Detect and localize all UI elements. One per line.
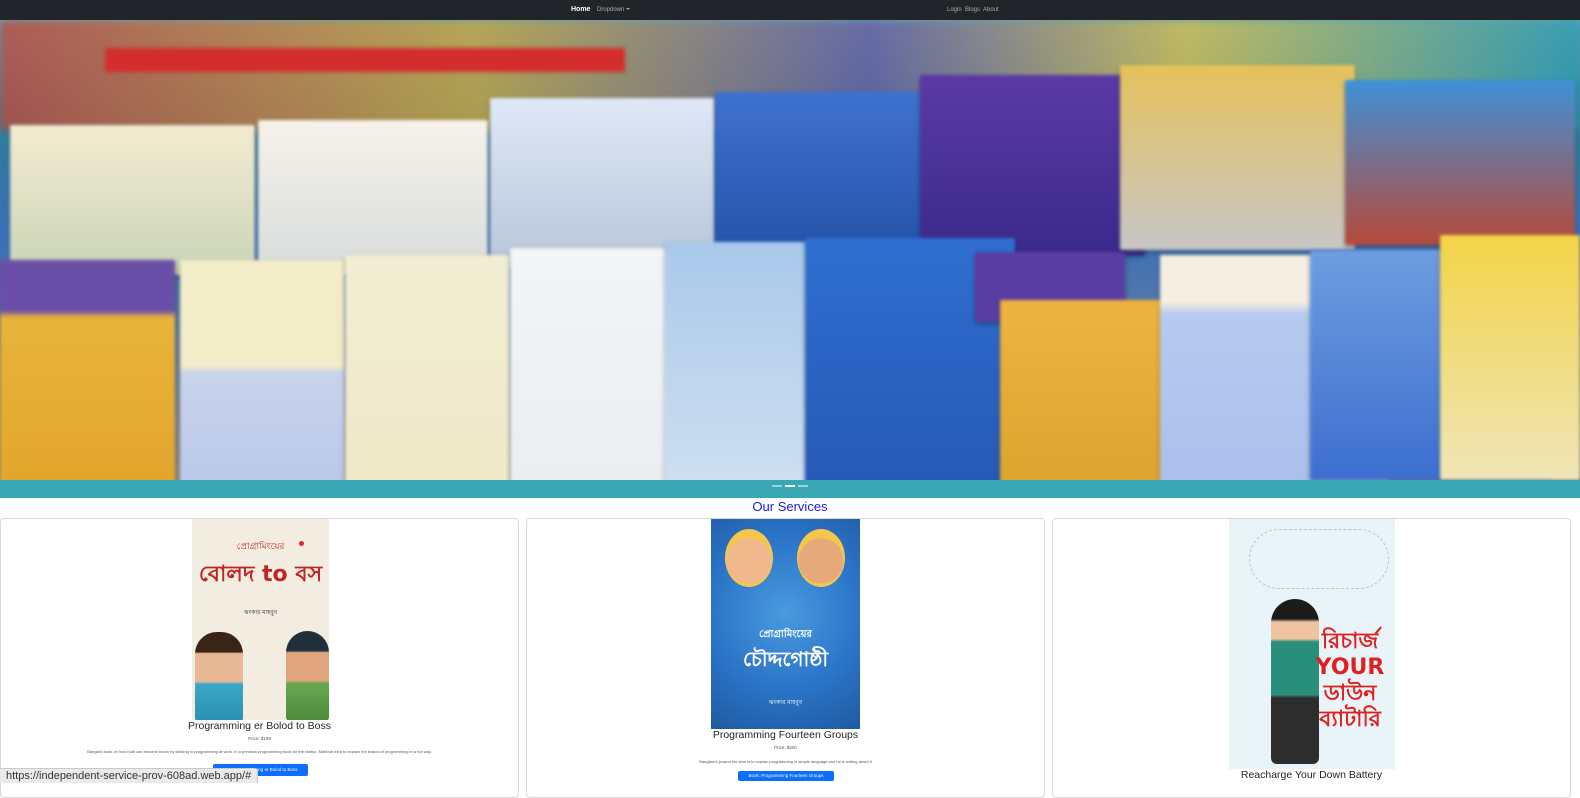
book-cover-image: প্রোগ্রামিংয়ের চৌদ্দগোষ্ঠী ঝংকার মাহবুব [711,519,860,729]
top-navbar: Home Dropdown Login Blogs About [0,0,1580,20]
nav-login-link[interactable]: Login [947,0,962,20]
cover-title-main: রিচার্জ YOUR ডাউন ব্যাটারি [1315,629,1385,732]
cover-title-main: চৌদ্দগোষ্ঠী [742,647,829,671]
service-card-price: Price: $200 [774,745,797,750]
carousel-indicator-3[interactable] [798,485,808,487]
cover-illustration-left [195,632,243,720]
nav-blogs-link[interactable]: Blogs [965,0,980,20]
service-card-description: Banglian's project the time is to explai… [699,759,872,764]
carousel-indicator-2[interactable] [785,485,795,487]
book-cover-image: প্রোগ্রামিংয়ের বোলদ to বস ঝংকার মাহবুব [192,519,329,720]
hero-book-stack [10,125,255,275]
cover-doodles [1249,529,1389,589]
hero-book [1440,235,1580,480]
cover-author: ঝংকার মাহবুব [768,699,803,706]
hero-book-stack [715,92,940,262]
cover-dot [299,541,304,546]
chevron-down-icon [626,8,631,11]
cover-illustration-right [286,631,329,720]
cover-title-top: প্রোগ্রামিংয়ের [236,542,285,552]
service-card-1: প্রোগ্রামিংয়ের বোলদ to বস ঝংকার মাহবুব … [0,518,519,798]
hero-background-rail [105,48,625,72]
cover-author: ঝংকার মাহবুব [243,609,278,616]
hero-book [0,260,175,490]
nav-about-link[interactable]: About [983,0,999,20]
nav-dropdown-toggle[interactable]: Dropdown [597,0,631,20]
carousel-indicator-1[interactable] [772,485,782,487]
cover-face-right [797,529,845,587]
book-service-button[interactable]: Book: Programming Fourteen Groups [738,771,834,781]
book-cover-image: রিচার্জ YOUR ডাউন ব্যাটারি [1229,519,1395,769]
hero-book-stack [920,75,1145,255]
hero-book-stack [1345,80,1575,245]
cover-title-top: প্রোগ্রামিংয়ের [759,629,812,640]
service-card-title: Programming er Bolod to Boss [188,720,331,732]
hero-table-edge [0,480,1580,498]
hero-book [180,260,345,495]
hero-book [345,255,510,495]
browser-status-url: https://independent-service-prov-608ad.w… [0,768,259,783]
service-card-title: Reacharge Your Down Battery [1240,769,1383,781]
service-card-3: রিচার্জ YOUR ডাউন ব্যাটারি Reacharge You… [1052,518,1571,798]
service-card-title: Programming Fourteen Groups [712,729,859,741]
hero-carousel[interactable] [0,20,1580,498]
service-card-2: প্রোগ্রামিংয়ের চৌদ্দগোষ্ঠী ঝংকার মাহবুব… [526,518,1045,798]
services-section-title: Our Services [752,499,828,514]
carousel-indicators [0,485,1580,489]
hero-book-stack [1120,65,1355,250]
service-card-price: Price: $199 [248,736,271,741]
nav-home-link[interactable]: Home [571,0,590,20]
hero-book-stack [258,120,488,275]
cover-title-main: বোলদ to বস [198,562,323,587]
service-card-description: Bangla's book on how bulb can become boo… [87,749,432,754]
nav-dropdown-label: Dropdown [597,7,625,13]
cover-face-left [725,529,773,587]
